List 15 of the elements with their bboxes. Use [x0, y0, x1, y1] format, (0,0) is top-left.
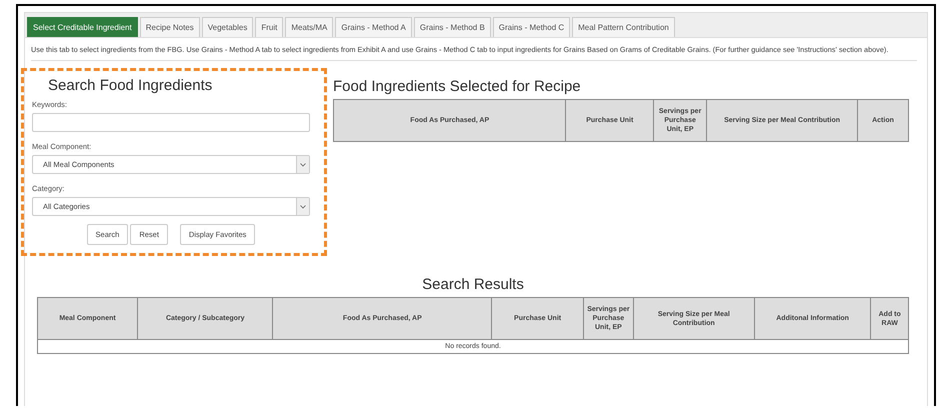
- chevron-down-icon: [300, 162, 306, 166]
- keywords-field[interactable]: [32, 113, 310, 132]
- tab[interactable]: Meats/MA: [285, 17, 334, 37]
- panel-title: Search Food Ingredients: [48, 77, 214, 94]
- tab[interactable]: Grains - Method C: [492, 17, 570, 37]
- chevron-down-icon: [300, 204, 306, 208]
- section-title: Food Ingredients Selected for Recipe: [333, 78, 582, 95]
- tab[interactable]: Select Creditable Ingredient: [27, 17, 138, 37]
- tab[interactable]: Grains - Method A: [335, 17, 412, 37]
- tab[interactable]: Fruit: [255, 17, 284, 37]
- tab[interactable]: Vegetables: [202, 17, 254, 37]
- tab[interactable]: Grains - Method B: [414, 17, 491, 37]
- tab[interactable]: Recipe Notes: [140, 17, 200, 37]
- section-title: Search Results: [421, 276, 525, 293]
- tab[interactable]: Meal Pattern Contribution: [572, 17, 675, 37]
